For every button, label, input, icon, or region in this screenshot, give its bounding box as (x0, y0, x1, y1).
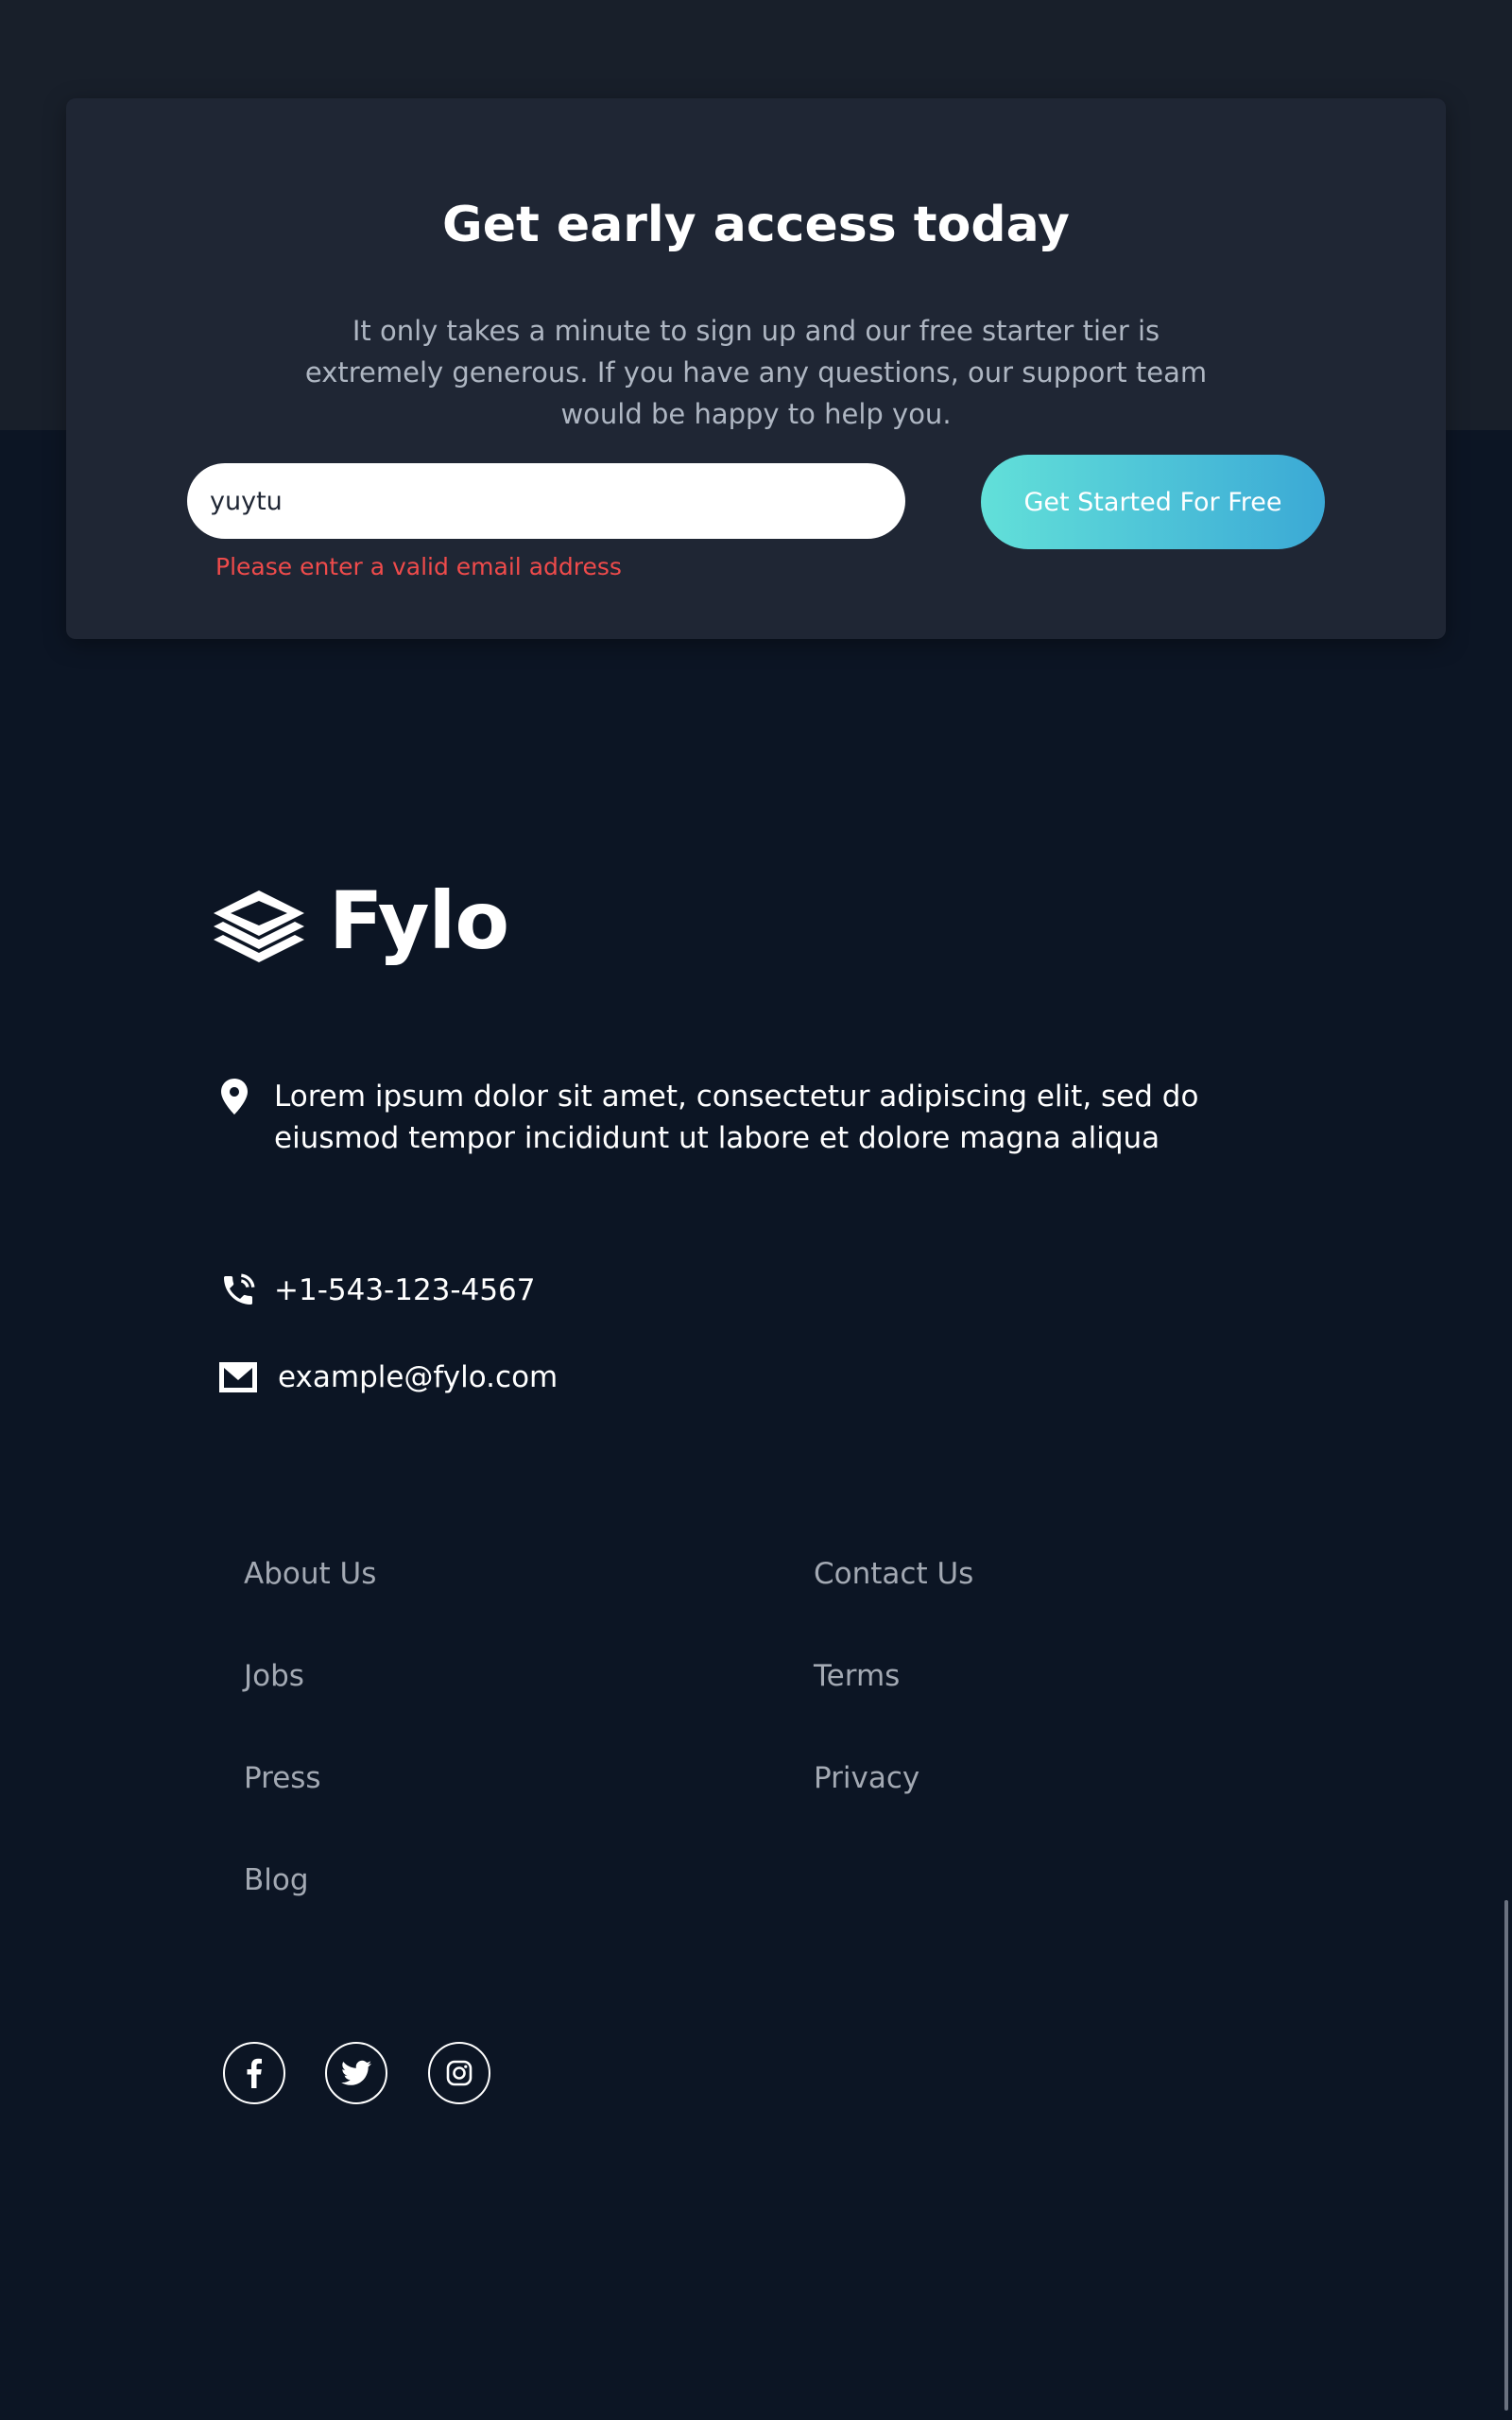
email-text: example@fylo.com (278, 1360, 558, 1394)
email-error-message: Please enter a valid email address (215, 553, 622, 580)
early-access-title: Get early access today (442, 197, 1070, 253)
early-access-description: It only takes a minute to sign up and ou… (284, 310, 1228, 435)
phone-icon (224, 1273, 255, 1305)
footer-link-contact-us[interactable]: Contact Us (814, 1553, 973, 1595)
footer-link-blog[interactable]: Blog (244, 1859, 309, 1901)
fylo-logo[interactable]: Fylo (210, 873, 512, 968)
get-started-button[interactable]: Get Started For Free (981, 455, 1325, 549)
footer-link-about-us[interactable]: About Us (244, 1553, 376, 1595)
brand-name: Fylo (329, 874, 509, 967)
facebook-icon (247, 2058, 262, 2088)
footer-link-jobs[interactable]: Jobs (244, 1655, 304, 1697)
phone-text: +1-543-123-4567 (274, 1273, 536, 1307)
page-scrollbar[interactable] (1504, 1900, 1508, 2411)
early-access-card: Get early access today It only takes a m… (66, 98, 1446, 639)
mail-icon (219, 1362, 257, 1392)
stacked-layers-logo-icon (214, 890, 304, 962)
footer-link-privacy[interactable]: Privacy (814, 1757, 919, 1799)
facebook-button[interactable] (223, 2042, 285, 2104)
instagram-icon (446, 2060, 472, 2086)
location-pin-icon (221, 1079, 248, 1115)
address-text: Lorem ipsum dolor sit amet, consectetur … (274, 1080, 1199, 1155)
email-row: example@fylo.com (217, 1357, 690, 1398)
footer-link-press[interactable]: Press (244, 1757, 321, 1799)
early-access-description-text: It only takes a minute to sign up and ou… (304, 315, 1208, 430)
twitter-icon (341, 2060, 371, 2085)
instagram-button[interactable] (428, 2042, 490, 2104)
footer-link-terms[interactable]: Terms (814, 1655, 900, 1697)
phone-row: +1-543-123-4567 (217, 1270, 690, 1311)
email-input[interactable] (187, 463, 905, 539)
address-row: Lorem ipsum dolor sit amet, consectetur … (217, 1076, 1257, 1161)
twitter-button[interactable] (325, 2042, 387, 2104)
